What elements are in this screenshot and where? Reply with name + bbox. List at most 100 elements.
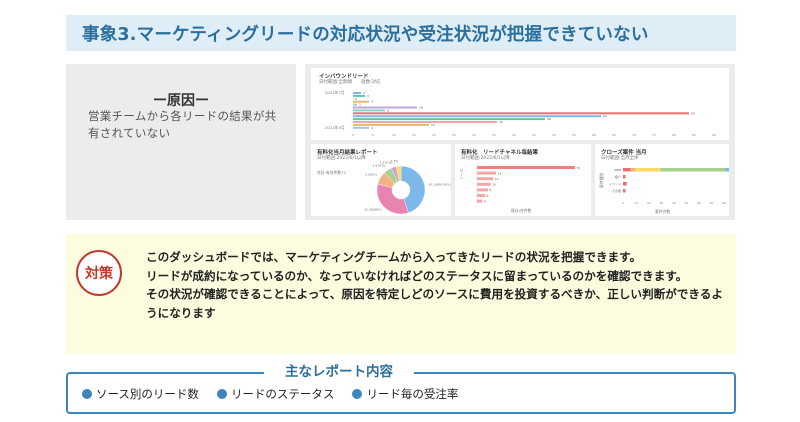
close-bar-segment [635, 168, 661, 172]
inbound-axis-tick: 90 [712, 133, 716, 137]
close-row-label: 紹介 [615, 174, 621, 179]
inbound-bar [353, 109, 385, 112]
channel-bar-chart: 72 14 12 10864 [476, 164, 580, 206]
inbound-axis-tick: 25 [452, 133, 456, 137]
inbound-bar-label: 4 [371, 126, 373, 130]
pie-slice-label: 3.3(6%) [365, 173, 377, 177]
inbound-bar-label: 2 [363, 91, 365, 95]
cause-heading: ー原因ー [153, 93, 209, 109]
pie-slice-label: 41.19(96.50%) [429, 183, 451, 187]
inbound-bar [353, 126, 369, 129]
cause-text: 営業チームから各リードの結果が共有されていない [88, 109, 277, 140]
inbound-axis-tick: 70 [632, 133, 636, 137]
page-title: 事象3.マーケティングリードの対応状況や受注状況が把握できていない [82, 24, 649, 45]
inbound-axis-tick: 30 [472, 133, 476, 137]
inbound-bar-label: 4 [371, 100, 373, 104]
channel-bar [477, 194, 486, 197]
policy-line: リードが成約になっているのか、なっていなければどのステータスに留まっているのかを… [146, 268, 688, 283]
result-pie-chart: 41.19(96.50%)31.36(80%)3.3(6%)1.6%(%)1.2… [364, 159, 451, 215]
close-bar-segment [725, 168, 729, 172]
close-bar-segment [630, 168, 636, 172]
report-items: ソース別のリード数 リードのステータス リード毎の受注率 [82, 386, 458, 402]
close-bar-segment [623, 168, 631, 172]
channel-bar [477, 171, 497, 175]
close-axis-tick: 0 [622, 201, 624, 205]
inbound-axis-tick: 55 [572, 133, 576, 137]
inbound-bar [353, 118, 545, 121]
inbound-bar-chart: 23041168846248361940 5 10 15 20 25 30 35 40 45 50 5… [352, 91, 716, 137]
close-bar-segment [623, 175, 626, 179]
policy-line: このダッシュボードでは、マーケティングチームから入ってきたリードの状況を把握でき… [146, 250, 642, 264]
bullet-dot-icon [216, 389, 227, 399]
inbound-axis-tick: 50 [552, 133, 556, 137]
report-item: リード毎の受注率 [352, 386, 458, 402]
inbound-bar [353, 103, 357, 106]
cause-panel: ー原因ー 営業チームから各リードの結果が共有されていない [66, 64, 296, 220]
close-stacked-chart: WEB 紹介イベントその他 0 10 20 30 40 50 60 70 80 [609, 168, 729, 205]
inbound-axis-tick: 65 [612, 133, 616, 137]
close-axis-tick: 20 [647, 201, 651, 205]
pie-slice-label: 1.3% [390, 159, 398, 163]
channel-bar-label: 72 [576, 166, 580, 170]
inbound-bar [353, 97, 354, 100]
inbound-axis-tick: 20 [432, 133, 436, 137]
channel-bar-label: 12 [495, 177, 499, 181]
channel-panel: 有料化 リードチャネル毎結果 日付範囲:2022/6/1以降 既存/合件数 ソー… [455, 144, 591, 216]
inbound-axis-tick: 10 [392, 133, 396, 137]
close-row-label: WEB [614, 168, 621, 172]
inbound-bar-label: 0 [355, 97, 357, 101]
bullet-dot-icon [82, 389, 92, 399]
channel-bar-label: 6 [487, 194, 489, 198]
channel-bar-label: 8 [489, 188, 491, 192]
inbound-bar-label: 36 [499, 120, 503, 124]
inbound-axis-tick: 85 [692, 133, 696, 137]
inbound-bar [353, 115, 601, 118]
report-item: ソース別のリード数 [82, 386, 199, 402]
inbound-bar [353, 112, 689, 115]
dashboard-screenshot: インバウンドリード 日付範囲:全期間 週数:対応 2021年7月 2021年5月… [305, 64, 735, 220]
report-item-label: リード毎の受注率 [366, 387, 459, 401]
close-bar-segment [623, 189, 626, 193]
policy-text: このダッシュボードでは、マーケティングチームから入ってきたリードの状況を把握でき… [146, 248, 726, 322]
channel-bar-label: 10 [492, 183, 496, 187]
inbound-bar [353, 123, 429, 126]
inbound-bar-label: 62 [603, 114, 607, 118]
inbound-bar [353, 100, 369, 103]
close-axis-tick: 60 [697, 201, 701, 205]
close-axis-tick: 80 [722, 201, 726, 205]
report-item-label: ソース別のリード数 [96, 387, 199, 401]
inbound-bar [353, 121, 497, 123]
policy-badge: 対策 [76, 250, 122, 296]
title-bar: 事象3.マーケティングリードの対応状況や受注状況が把握できていない [66, 15, 736, 51]
inbound-axis-tick: 80 [672, 133, 676, 137]
inbound-bar-label: 19 [431, 123, 435, 127]
close-bar-segment [623, 182, 627, 186]
report-heading: 主なレポート内容 [264, 361, 414, 383]
channel-bar-label: 14 [498, 171, 502, 175]
channel-bar [477, 199, 483, 203]
inbound-axis-tick: 15 [412, 133, 416, 137]
inbound-axis-tick: 35 [492, 133, 496, 137]
close-axis-tick: 70 [710, 201, 714, 205]
channel-bar [477, 177, 494, 181]
bullet-dot-icon [352, 389, 363, 399]
inbound-bar-label: 8 [387, 108, 389, 112]
inbound-bar-label: 48 [547, 117, 551, 121]
inbound-bar [353, 106, 417, 109]
report-item-label: リードのステータス [230, 387, 335, 401]
inbound-axis-tick: 0 [352, 133, 354, 137]
channel-bar-label: 4 [484, 199, 486, 203]
policy-badge-label: 対策 [85, 266, 113, 282]
inbound-axis-tick: 40 [512, 133, 516, 137]
inbound-bar-label: 1 [359, 103, 361, 107]
inbound-axis-tick: 45 [532, 133, 536, 137]
channel-bar [477, 166, 575, 169]
channel-bar [477, 188, 488, 192]
channel-bar [477, 182, 491, 186]
inbound-axis-tick: 60 [592, 133, 596, 137]
inbound-bar-label: 3 [367, 94, 369, 98]
close-axis-tick: 50 [685, 201, 689, 205]
report-item: リードのステータス [216, 386, 335, 402]
result-report-panel: 有料化当月結果レポート 日付範囲:2022/6/1以降 合計:有効件数73 41… [311, 144, 451, 216]
close-axis-tick: 40 [672, 201, 676, 205]
